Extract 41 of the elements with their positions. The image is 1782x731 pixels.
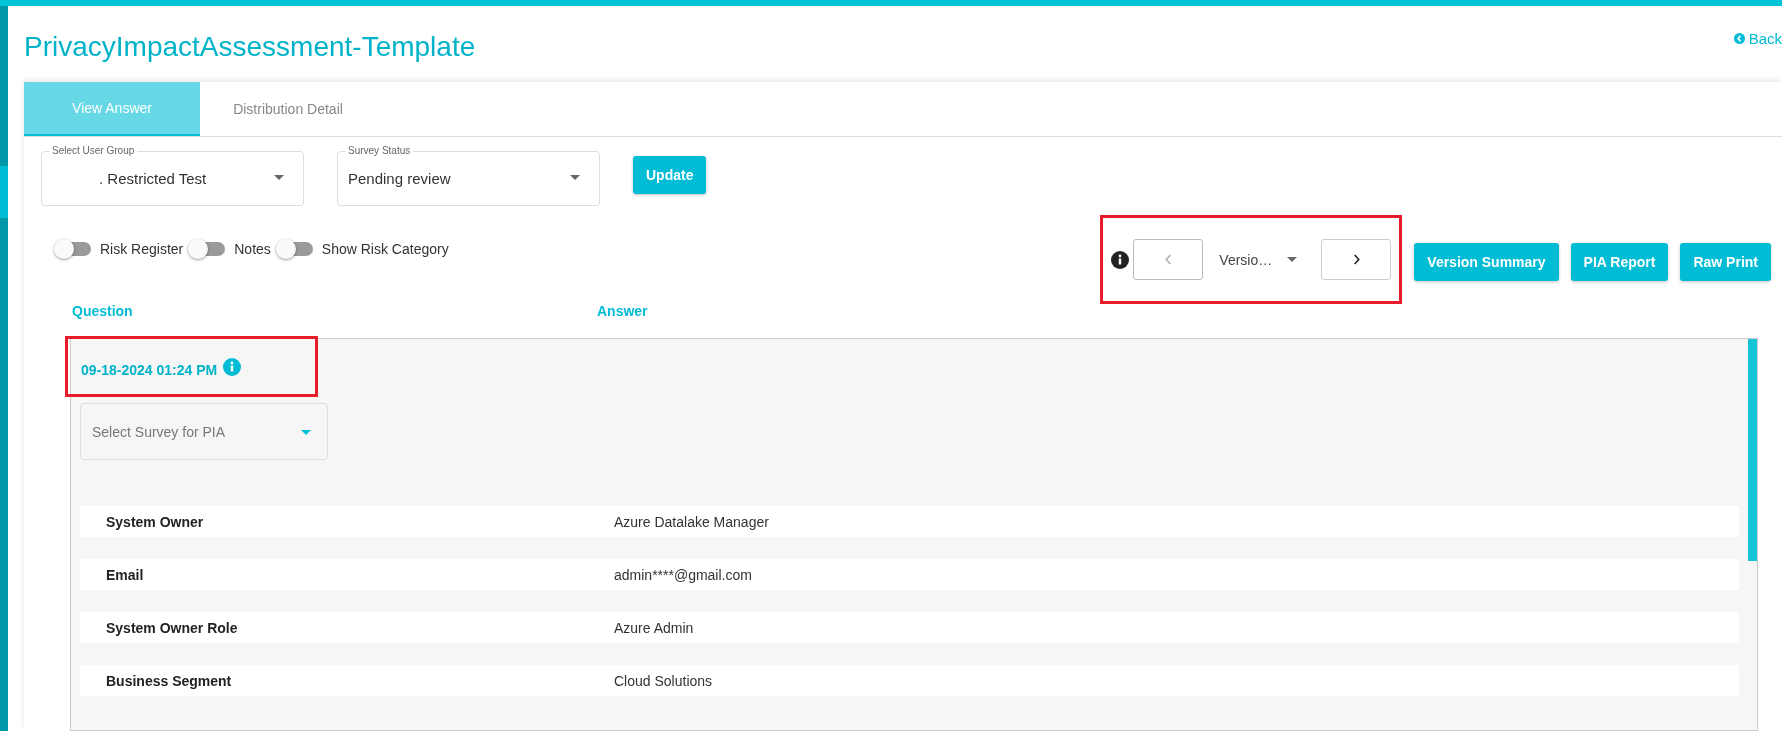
back-link[interactable]: Back [1733,29,1782,47]
info-icon[interactable] [1111,250,1130,269]
sidebar-highlight [0,166,8,218]
scrollbar-thumb[interactable] [1748,339,1757,561]
column-header: Answer [597,303,649,321]
action-button[interactable]: PIA Report [1570,243,1669,281]
update-button[interactable]: Update [633,156,707,194]
caret-icon [274,175,284,180]
toggle-switch[interactable] [278,242,313,256]
action-button[interactable]: Raw Print [1680,243,1771,281]
caret-icon [570,175,580,180]
answer-text: Cloud Solutions [614,672,713,689]
question-text: Business Segment [105,672,233,689]
version-timestamp: 09-18-2024 01:24 PM [81,362,218,378]
survey-select[interactable]: Select Survey for PIA [80,403,328,460]
toggle-label: Notes [234,241,271,257]
answer-text: Azure Admin [614,619,694,636]
tab[interactable]: View Answer [24,82,200,136]
answer-text: admin****@gmail.com [614,566,752,583]
toggle-label: Show Risk Category [321,241,449,257]
toggle-label: Risk Register [100,241,184,257]
back-icon [1733,32,1745,44]
caret-icon [1287,257,1298,262]
answer-text: Azure Datalake Manager [614,513,769,530]
column-header: Question [72,303,134,321]
chevron-right-icon [1351,253,1361,266]
toggle-switch[interactable] [57,242,91,256]
question-text: System Owner Role [105,619,239,636]
question-text: System Owner [105,513,205,530]
field-label: Select User Group [49,144,138,157]
field-label: Survey Status [345,144,414,157]
toggle-switch[interactable] [191,242,226,256]
caret-icon [301,430,311,435]
page-title: PrivacyImpactAssessment-Template [24,30,476,63]
dropdown[interactable]: Select User Group . Restricted Test [41,144,304,206]
question-text: Email [105,566,145,583]
dropdown[interactable]: Survey Status Pending review [337,144,600,206]
action-button[interactable]: Version Summary [1414,243,1559,281]
chevron-left-icon [1163,253,1173,266]
tab[interactable]: Distribution Detail [200,82,376,136]
version-select[interactable]: Versio… [1203,239,1322,280]
